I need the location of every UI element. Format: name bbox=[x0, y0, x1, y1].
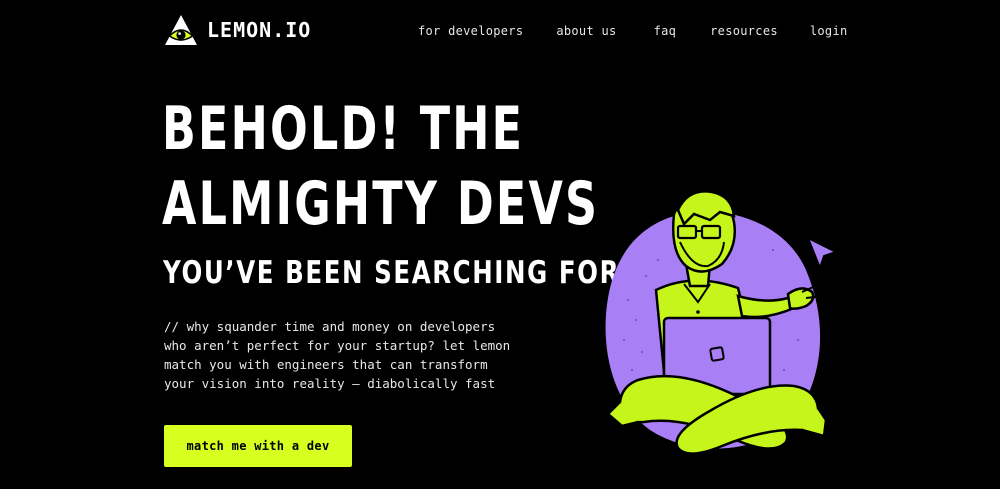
logo-link[interactable]: LEMON.IO bbox=[164, 14, 311, 46]
description-line: who aren’t perfect for your startup? let… bbox=[164, 338, 511, 353]
description-line: your vision into reality — diabolically … bbox=[164, 376, 496, 391]
eye-triangle-icon bbox=[165, 15, 197, 45]
brand-name: LEMON.IO bbox=[207, 18, 312, 42]
hero-title: BEHOLD! THE ALMIGHTY DEVS bbox=[162, 92, 599, 242]
match-me-button[interactable]: match me with a dev bbox=[164, 425, 352, 467]
description-line: // why squander time and money on develo… bbox=[164, 319, 496, 334]
hero-title-line-1: BEHOLD! THE bbox=[162, 94, 525, 164]
nav-resources[interactable]: resources bbox=[710, 24, 778, 38]
site-header: LEMON.IO for developers about us faq res… bbox=[0, 0, 1000, 64]
main-nav: for developers about us faq resources lo… bbox=[418, 24, 848, 38]
nav-login[interactable]: login bbox=[810, 24, 848, 38]
nav-for-developers[interactable]: for developers bbox=[418, 24, 523, 38]
description-line: match you with engineers that can transf… bbox=[164, 357, 488, 372]
hero-title-line-2: ALMIGHTY DEVS bbox=[162, 169, 600, 239]
mouse-cursor-icon bbox=[806, 235, 839, 271]
developer-with-laptop-illustration bbox=[605, 190, 839, 455]
hero-subtitle: YOU’VE BEEN SEARCHING FOR bbox=[163, 255, 621, 291]
nav-faq[interactable]: faq bbox=[654, 24, 677, 38]
hero-description: // why squander time and money on develo… bbox=[164, 317, 524, 393]
nav-about-us[interactable]: about us bbox=[556, 24, 616, 38]
